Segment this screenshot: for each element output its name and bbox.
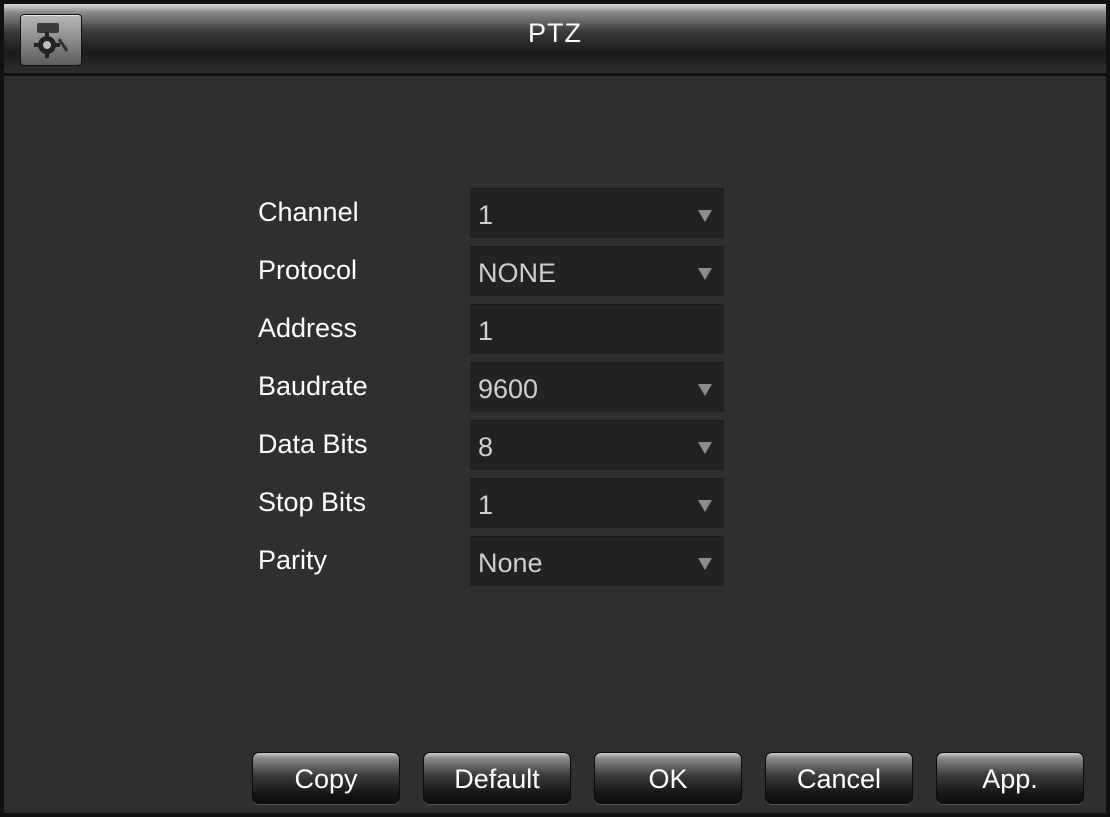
baudrate-value: 9600 — [478, 374, 539, 404]
baudrate-dropdown[interactable]: 9600 — [470, 362, 724, 412]
default-button[interactable]: Default — [423, 752, 571, 804]
protocol-label: Protocol — [258, 255, 358, 285]
channel-value: 1 — [478, 200, 494, 230]
stop-bits-dropdown[interactable]: 1 — [470, 478, 724, 528]
window-title: PTZ — [528, 18, 582, 48]
parity-label: Parity — [258, 545, 328, 575]
address-label: Address — [258, 313, 358, 343]
dropdown-arrow-icon[interactable] — [698, 442, 712, 454]
cancel-button[interactable]: Cancel — [765, 752, 913, 804]
dropdown-arrow-icon[interactable] — [698, 558, 712, 570]
parity-value: None — [478, 548, 543, 578]
baudrate-label: Baudrate — [258, 371, 368, 401]
copy-button[interactable]: Copy — [252, 752, 400, 804]
stop-bits-value: 1 — [478, 490, 494, 520]
parity-dropdown[interactable]: None — [470, 536, 724, 586]
channel-dropdown[interactable]: 1 — [470, 188, 724, 238]
title-bar: PTZ — [4, 4, 1106, 76]
protocol-dropdown[interactable]: NONE — [470, 246, 724, 296]
address-input[interactable]: 1 — [470, 304, 724, 354]
apply-button[interactable]: App. — [936, 752, 1084, 804]
channel-label: Channel — [258, 197, 359, 227]
ptz-window: PTZ Channel 1 Protocol NONE Address 1 Ba… — [0, 0, 1110, 817]
data-bits-dropdown[interactable]: 8 — [470, 420, 724, 470]
data-bits-label: Data Bits — [258, 429, 368, 459]
ok-button[interactable]: OK — [594, 752, 742, 804]
dropdown-arrow-icon[interactable] — [698, 268, 712, 280]
dropdown-arrow-icon[interactable] — [698, 210, 712, 222]
dropdown-arrow-icon[interactable] — [698, 384, 712, 396]
data-bits-value: 8 — [478, 432, 494, 462]
address-value: 1 — [478, 316, 494, 346]
protocol-value: NONE — [478, 258, 557, 288]
stop-bits-label: Stop Bits — [258, 487, 367, 517]
dropdown-arrow-icon[interactable] — [698, 500, 712, 512]
